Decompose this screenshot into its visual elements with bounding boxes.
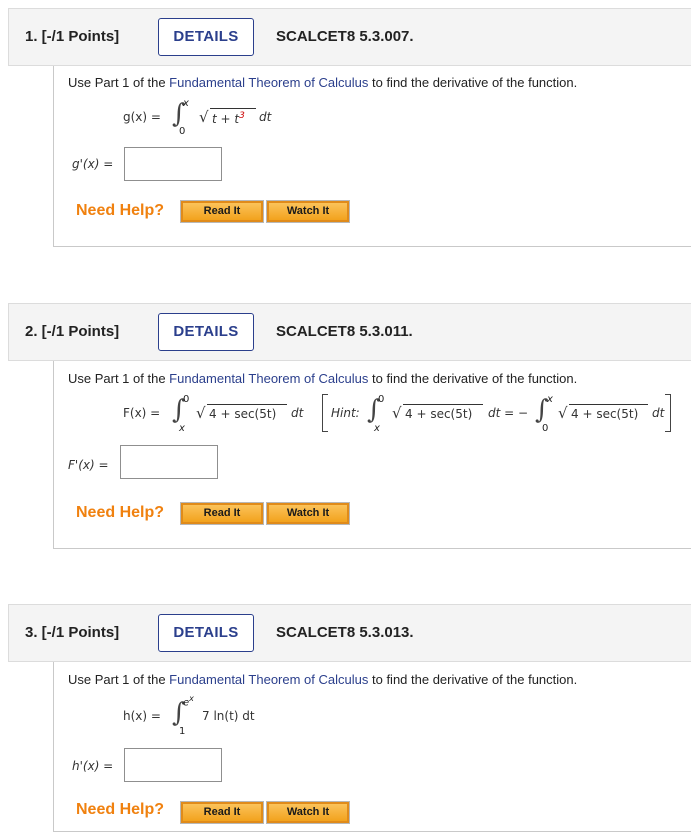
integrand: 7 ln(t) dt	[202, 709, 255, 723]
question-code: SCALCET8 5.3.011.	[276, 323, 413, 340]
lower-limit: x	[179, 423, 185, 434]
lower-limit: 1	[179, 726, 186, 737]
instructions: Use Part 1 of the Fundamental Theorem of…	[68, 371, 578, 386]
integrand: t + t3	[212, 111, 245, 126]
instructions: Use Part 1 of the Fundamental Theorem of…	[68, 75, 578, 90]
read-it-button[interactable]: Read It	[180, 502, 264, 525]
answer-label: F'(x) =	[68, 458, 109, 472]
watch-it-button[interactable]: Watch It	[266, 502, 350, 525]
question-number: 1. [-/1 Points]	[25, 28, 120, 45]
hint-bracket-right	[665, 394, 671, 432]
need-help-label: Need Help?	[76, 801, 165, 818]
lower-limit: x	[374, 423, 380, 434]
answer-label: g'(x) =	[72, 157, 114, 171]
lower-limit: 0	[542, 423, 549, 434]
answer-input[interactable]	[124, 147, 222, 181]
details-button[interactable]: DETAILS	[158, 313, 254, 351]
hint-integrand: 4 + sec(5t)	[405, 407, 473, 421]
need-help-label: Need Help?	[76, 504, 165, 521]
hint-middle: dt = −	[488, 406, 529, 420]
upper-limit: x	[547, 394, 553, 405]
instructions: Use Part 1 of the Fundamental Theorem of…	[68, 672, 578, 687]
question-number: 3. [-/1 Points]	[25, 624, 120, 641]
ftc-link[interactable]: Fundamental Theorem of Calculus	[169, 75, 368, 90]
function-lhs: F(x) =	[123, 406, 161, 420]
sqrt-bar	[207, 404, 287, 405]
question-header: 3. [-/1 Points] DETAILS SCALCET8 5.3.013…	[8, 604, 691, 662]
upper-limit: 0	[183, 394, 190, 405]
hint-bracket-left	[322, 394, 328, 432]
answer-label: h'(x) =	[72, 759, 114, 773]
answer-input[interactable]	[120, 445, 218, 479]
hint-label: Hint:	[331, 406, 360, 420]
ftc-link[interactable]: Fundamental Theorem of Calculus	[169, 672, 368, 687]
hint-integrand: 4 + sec(5t)	[571, 407, 639, 421]
watch-it-button[interactable]: Watch It	[266, 801, 350, 824]
sqrt-bar	[210, 108, 256, 109]
question-header: 1. [-/1 Points] DETAILS SCALCET8 5.3.007…	[8, 8, 691, 66]
details-button[interactable]: DETAILS	[158, 614, 254, 652]
question-code: SCALCET8 5.3.007.	[276, 28, 414, 45]
ftc-link[interactable]: Fundamental Theorem of Calculus	[169, 371, 368, 386]
details-button[interactable]: DETAILS	[158, 18, 254, 56]
function-lhs: h(x) =	[123, 709, 161, 723]
upper-limit: ex	[183, 694, 194, 709]
answer-input[interactable]	[124, 748, 222, 782]
sqrt-icon: √	[196, 404, 206, 422]
sqrt-icon: √	[558, 404, 568, 422]
read-it-button[interactable]: Read It	[180, 200, 264, 223]
question-header: 2. [-/1 Points] DETAILS SCALCET8 5.3.011…	[8, 303, 691, 361]
question-code: SCALCET8 5.3.013.	[276, 624, 414, 641]
sqrt-icon: √	[392, 404, 402, 422]
function-lhs: g(x) =	[123, 110, 161, 124]
sqrt-icon: √	[199, 108, 209, 126]
watch-it-button[interactable]: Watch It	[266, 200, 350, 223]
differential: dt	[259, 110, 272, 124]
upper-limit: x	[183, 98, 189, 109]
need-help-label: Need Help?	[76, 202, 165, 219]
integrand: 4 + sec(5t)	[209, 407, 277, 421]
differential: dt	[291, 406, 304, 420]
read-it-button[interactable]: Read It	[180, 801, 264, 824]
sqrt-bar	[569, 404, 648, 405]
differential: dt	[652, 406, 665, 420]
upper-limit: 0	[378, 394, 385, 405]
question-number: 2. [-/1 Points]	[25, 323, 120, 340]
lower-limit: 0	[179, 126, 186, 137]
sqrt-bar	[403, 404, 483, 405]
